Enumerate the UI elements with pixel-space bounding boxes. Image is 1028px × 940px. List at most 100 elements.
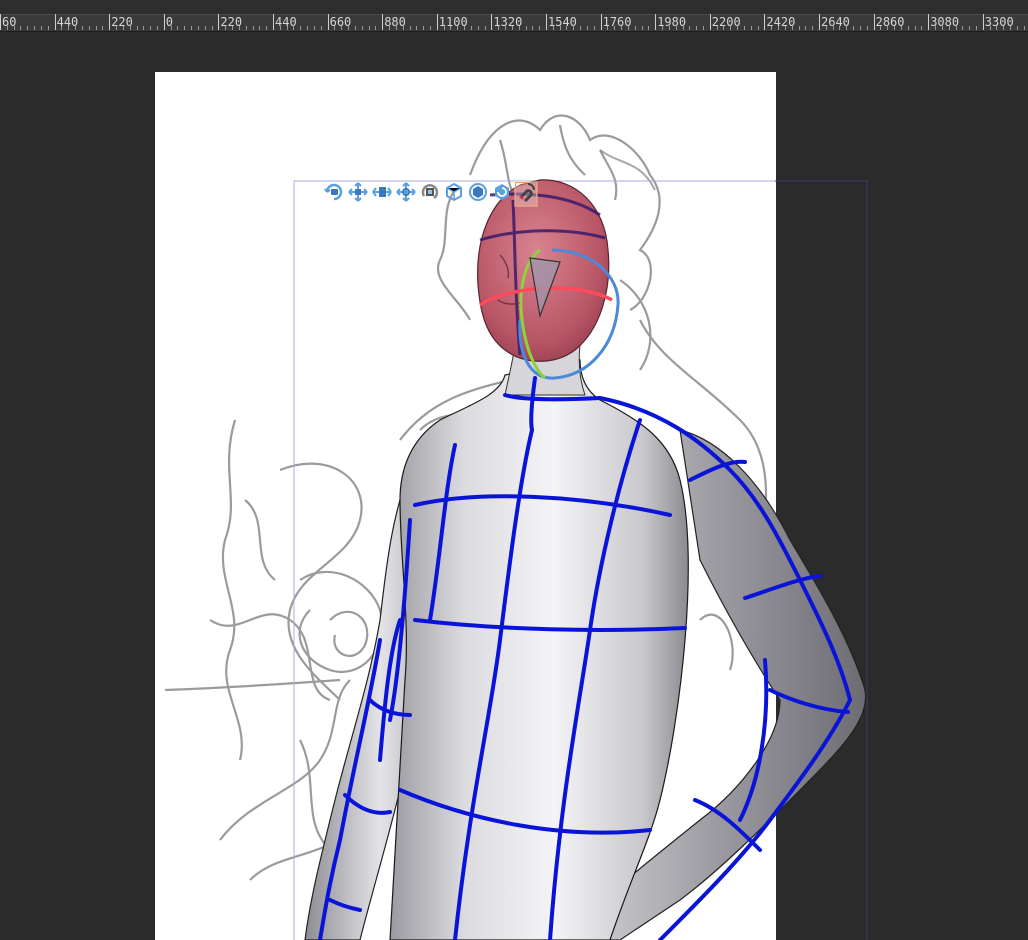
ruler-minor-tick <box>962 26 964 30</box>
ruler-minor-tick <box>300 26 302 30</box>
ruler-minor-tick <box>470 26 472 30</box>
ruler-minor-tick <box>662 26 664 30</box>
ruler-minor-tick <box>1003 26 1005 30</box>
ruler-minor-tick <box>737 26 739 30</box>
ruler-minor-tick <box>859 26 861 30</box>
camera-rotate-icon <box>324 182 344 206</box>
3d-figure-scene[interactable] <box>0 31 1028 940</box>
ruler-major-tick <box>873 14 875 30</box>
ruler-major-tick <box>54 14 56 30</box>
ruler-minor-tick <box>682 26 684 30</box>
ruler-minor-tick <box>423 26 425 30</box>
rotate-view-button[interactable] <box>442 181 466 207</box>
ruler-minor-tick <box>197 26 199 30</box>
ruler-minor-tick <box>20 26 22 30</box>
ruler-minor-tick <box>525 26 527 30</box>
camera-rotate-button[interactable] <box>322 181 346 207</box>
ruler-minor-tick <box>232 26 234 30</box>
ruler-minor-tick <box>900 26 902 30</box>
ruler-minor-tick <box>259 26 261 30</box>
ruler-minor-tick <box>627 26 629 30</box>
canvas-area[interactable] <box>0 31 1028 940</box>
ruler-minor-tick <box>743 26 745 30</box>
ruler-minor-tick <box>279 26 281 30</box>
ruler-minor-tick <box>586 26 588 30</box>
ruler-minor-tick <box>286 26 288 30</box>
camera-dolly-button[interactable] <box>370 181 394 207</box>
camera-dolly-icon <box>372 182 392 206</box>
ruler-minor-tick <box>88 26 90 30</box>
ruler-minor-tick <box>607 26 609 30</box>
ruler-minor-tick <box>614 26 616 30</box>
ruler-minor-tick <box>723 26 725 30</box>
object-launcher-toolbar <box>322 181 538 207</box>
ruler-minor-tick <box>593 26 595 30</box>
camera-pan-button[interactable] <box>346 181 370 207</box>
ruler-minor-tick <box>320 26 322 30</box>
ruler-minor-tick <box>634 26 636 30</box>
magnet-snap-button[interactable] <box>514 181 538 207</box>
ruler-minor-tick <box>784 26 786 30</box>
ruler-minor-tick <box>757 26 759 30</box>
ruler-minor-tick <box>225 26 227 30</box>
ruler-minor-tick <box>511 26 513 30</box>
ruler-minor-tick <box>6 26 8 30</box>
ruler-minor-tick <box>696 26 698 30</box>
ruler-major-tick <box>819 14 820 30</box>
ruler-minor-tick <box>969 26 971 30</box>
reset-button[interactable] <box>490 181 514 207</box>
ruler-minor-tick <box>791 26 793 30</box>
ruler-minor-tick <box>245 26 247 30</box>
ruler-minor-tick <box>641 26 643 30</box>
ruler-minor-tick <box>559 26 561 30</box>
ruler-minor-tick <box>429 26 431 30</box>
ruler-minor-tick <box>812 26 814 30</box>
ruler-minor-tick <box>354 26 356 30</box>
ruler-major-tick <box>709 14 711 30</box>
ruler-label: 0 <box>165 15 174 29</box>
ruler-minor-tick <box>334 26 336 30</box>
ruler-minor-tick <box>518 26 520 30</box>
ruler-minor-tick <box>668 26 670 30</box>
ruler-major-tick <box>655 14 657 30</box>
ruler-minor-tick <box>395 26 397 30</box>
ruler-minor-tick <box>573 26 575 30</box>
ruler-major-tick <box>109 14 111 30</box>
ruler-major-tick <box>436 14 438 30</box>
ruler-minor-tick <box>122 26 124 30</box>
ruler-major-tick <box>982 14 984 30</box>
ruler-minor-tick <box>95 26 97 30</box>
ruler-minor-tick <box>375 26 377 30</box>
ruler-minor-tick <box>498 26 500 30</box>
figure-torso[interactable] <box>389 359 689 940</box>
ruler-minor-tick <box>907 26 909 30</box>
ruler-minor-tick <box>846 26 848 30</box>
ruler-major-tick <box>218 14 220 30</box>
ruler-minor-tick <box>450 26 452 30</box>
ruler-minor-tick <box>805 26 807 30</box>
ruler-minor-tick <box>27 26 29 30</box>
ruler-minor-tick <box>47 26 49 30</box>
ruler-minor-tick <box>184 26 186 30</box>
ruler-minor-tick <box>941 26 943 30</box>
ruler-minor-tick <box>443 26 445 30</box>
ruler-minor-tick <box>689 26 691 30</box>
ruler-minor-tick <box>914 26 916 30</box>
ruler-major-tick <box>163 14 165 30</box>
ruler-minor-tick <box>880 26 882 30</box>
ruler-minor-tick <box>238 26 240 30</box>
ruler-minor-tick <box>177 26 179 30</box>
ruler-minor-tick <box>621 26 623 30</box>
ruler-minor-tick <box>532 26 534 30</box>
ruler-minor-tick <box>368 26 370 30</box>
move-object-button[interactable] <box>394 181 418 207</box>
ruler-minor-tick <box>68 26 70 30</box>
rotate-object-button[interactable] <box>418 181 442 207</box>
horizontal-ruler: 60 440 220 0 220 440 660 880 1100 1320 1540 1760 198… <box>0 0 1028 32</box>
ground-rotate-button[interactable] <box>466 181 490 207</box>
ruler-minor-tick <box>716 26 718 30</box>
ruler-minor-tick <box>477 26 479 30</box>
move-object-icon <box>396 182 416 206</box>
ruler-minor-tick <box>750 26 752 30</box>
ruler-minor-tick <box>81 26 83 30</box>
